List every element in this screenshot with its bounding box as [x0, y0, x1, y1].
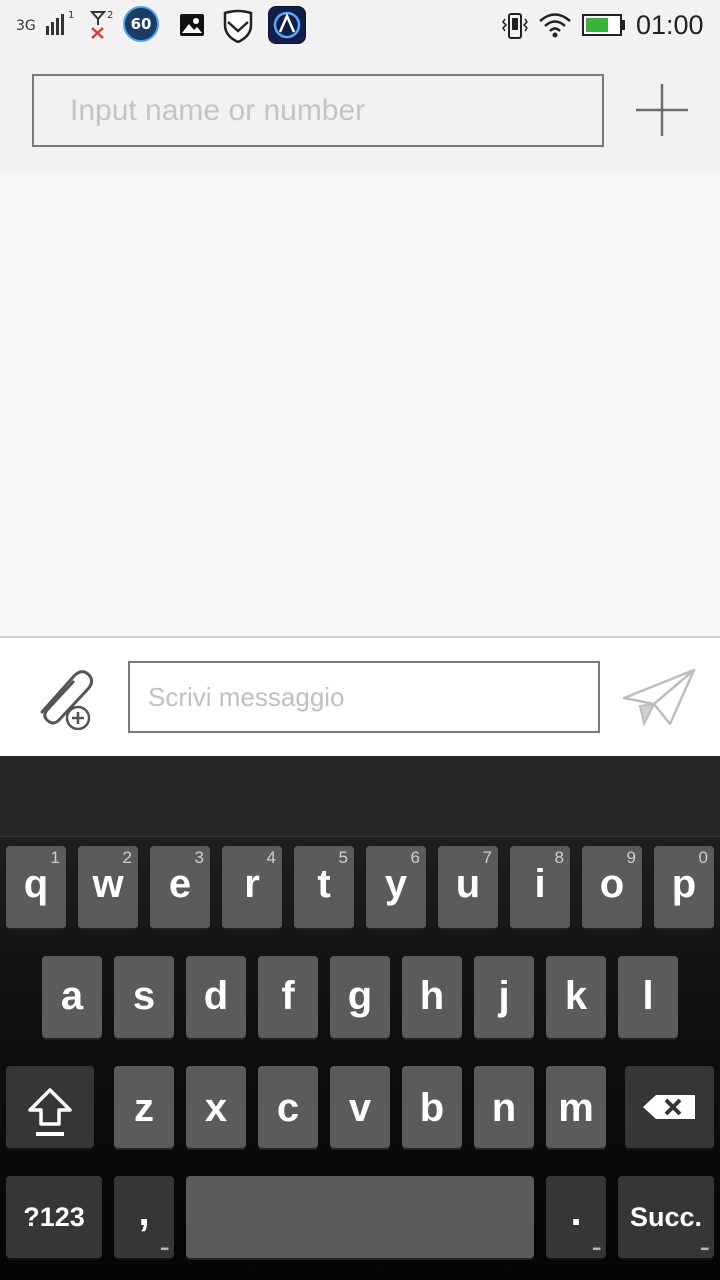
app-icon [268, 6, 306, 44]
keyboard: 1q 2w 3e 4r 5t 6y 7u 8i 9o 0p a s d f g … [0, 756, 720, 1280]
battery-icon [582, 14, 625, 36]
enter-key[interactable]: Succ. ▪▪▪ [618, 1176, 714, 1258]
key-u[interactable]: 7u [438, 846, 498, 928]
backspace-icon [643, 1095, 695, 1119]
wifi-icon [539, 13, 571, 38]
key-n[interactable]: n [474, 1066, 534, 1148]
key-t[interactable]: 5t [294, 846, 354, 928]
key-b[interactable]: b [402, 1066, 462, 1148]
key-c[interactable]: c [258, 1066, 318, 1148]
vibrate-icon [502, 13, 528, 39]
speed-badge-icon: 60 [123, 6, 159, 42]
key-q[interactable]: 1q [6, 846, 66, 928]
conversation-area [0, 170, 720, 636]
no-signal-icon [90, 11, 106, 39]
status-bar: 3G 1 2 60 01:00 [0, 0, 720, 52]
key-d[interactable]: d [186, 956, 246, 1038]
key-i[interactable]: 8i [510, 846, 570, 928]
key-f[interactable]: f [258, 956, 318, 1038]
period-key[interactable]: . ▪▪▪ [546, 1176, 606, 1258]
recipient-input[interactable]: Input name or number [32, 74, 604, 147]
shift-key[interactable] [6, 1066, 94, 1148]
key-y[interactable]: 6y [366, 846, 426, 928]
key-k[interactable]: k [546, 956, 606, 1038]
key-h[interactable]: h [402, 956, 462, 1038]
key-v[interactable]: v [330, 1066, 390, 1148]
send-plane-icon[interactable] [622, 668, 696, 726]
key-m[interactable]: m [546, 1066, 606, 1148]
key-s[interactable]: s [114, 956, 174, 1038]
space-key[interactable] [186, 1176, 534, 1258]
signal-icon [46, 14, 64, 35]
key-j[interactable]: j [474, 956, 534, 1038]
key-o[interactable]: 9o [582, 846, 642, 928]
key-x[interactable]: x [186, 1066, 246, 1148]
key-l[interactable]: l [618, 956, 678, 1038]
message-input[interactable]: Scrivi messaggio [128, 661, 600, 733]
key-r[interactable]: 4r [222, 846, 282, 928]
gallery-icon [180, 14, 204, 36]
network-type: 3G [16, 18, 36, 34]
key-a[interactable]: a [42, 956, 102, 1038]
clock: 01:00 [636, 10, 704, 40]
key-p[interactable]: 0p [654, 846, 714, 928]
paperclip-add-icon[interactable] [32, 662, 96, 730]
comma-key[interactable]: , ▪▪▪ [114, 1176, 174, 1258]
key-g[interactable]: g [330, 956, 390, 1038]
suggestion-strip [0, 756, 720, 837]
backspace-key[interactable] [625, 1066, 714, 1148]
plus-icon[interactable] [634, 82, 690, 138]
shield-icon [223, 9, 253, 43]
sim2-label: 2 [107, 10, 114, 21]
key-e[interactable]: 3e [150, 846, 210, 928]
shift-arrow-icon [28, 1088, 72, 1136]
key-w[interactable]: 2w [78, 846, 138, 928]
compose-bar: Scrivi messaggio [0, 636, 720, 756]
sim1-label: 1 [68, 10, 75, 21]
key-z[interactable]: z [114, 1066, 174, 1148]
symbols-key[interactable]: ?123 [6, 1176, 102, 1258]
recipient-bar: Input name or number [0, 52, 720, 170]
